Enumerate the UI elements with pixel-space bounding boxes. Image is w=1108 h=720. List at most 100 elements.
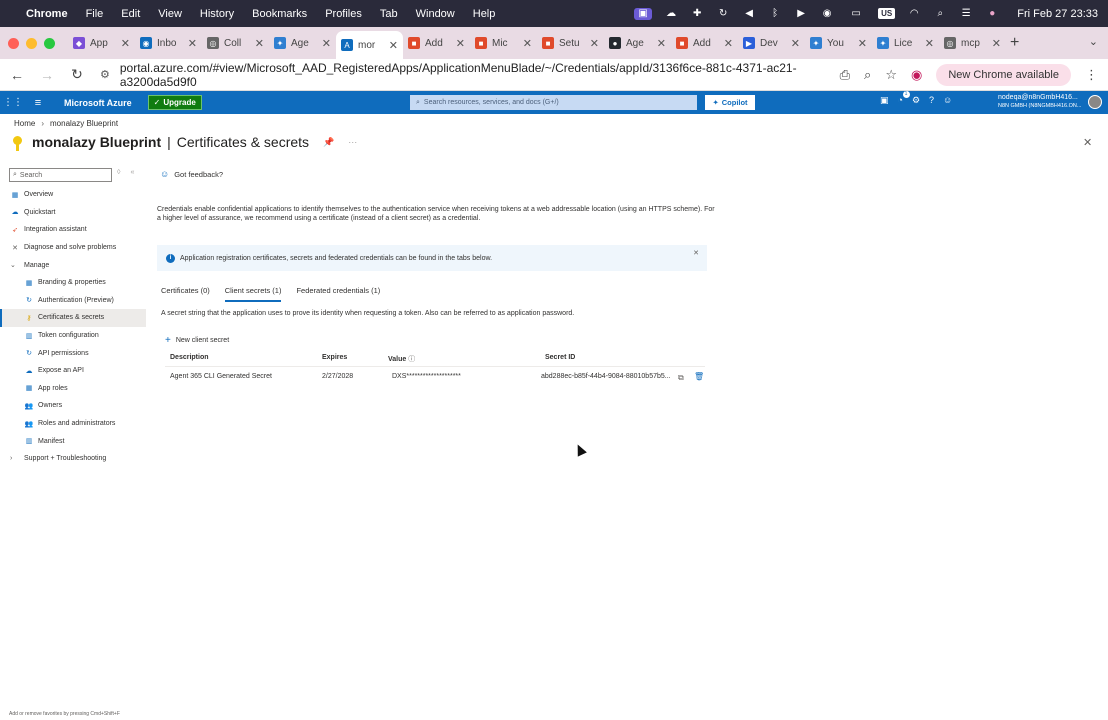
tab-close-icon[interactable]: ✕ — [791, 37, 800, 50]
bluetooth-icon[interactable]: ᛒ — [768, 8, 782, 20]
sidebar-item[interactable]: 👥 Roles and administrators — [0, 415, 146, 433]
sidebar-item[interactable]: ▦ Branding & properties — [0, 274, 146, 292]
chrome-menu-icon[interactable]: ⋮ — [1085, 67, 1098, 83]
cloud-icon[interactable]: ☁ — [664, 8, 678, 20]
secret-id-cell[interactable]: abd288ec-b85f-44b4-9084-88010b57b5... — [541, 373, 671, 380]
sidebar-item[interactable]: › Support + Troubleshooting — [0, 450, 146, 468]
secret-value-cell[interactable]: DXS******************** — [392, 373, 461, 380]
browser-tab[interactable]: ✦ You ✕ — [805, 31, 872, 55]
menu-tab[interactable]: Tab — [380, 8, 398, 20]
browser-tab[interactable]: ◉ Inbo ✕ — [135, 31, 202, 55]
app-launcher-icon[interactable]: ⋮⋮ — [0, 97, 26, 108]
browser-tab[interactable]: ✦ Lice ✕ — [872, 31, 939, 55]
avatar[interactable] — [1088, 95, 1102, 109]
menu-window[interactable]: Window — [416, 8, 455, 20]
sidebar-search-input[interactable]: ⌕ Search — [9, 168, 112, 182]
profile-icon[interactable]: ◉ — [911, 67, 922, 83]
tab-search-icon[interactable]: ⌄ — [1089, 35, 1098, 48]
install-app-icon[interactable]: ⎙ — [840, 67, 850, 83]
menu-file[interactable]: File — [86, 8, 104, 20]
sidebar-item[interactable]: ☁ Quickstart — [0, 204, 146, 222]
tab-close-icon[interactable]: ✕ — [992, 37, 1001, 50]
tab-federated-credentials[interactable]: Federated credentials (1) — [296, 286, 380, 302]
browser-tab[interactable]: ◎ mcp ✕ — [939, 31, 1006, 55]
reload-button[interactable]: ↻ — [70, 66, 84, 83]
sidebar-item[interactable]: ✕ Diagnose and solve problems — [0, 239, 146, 257]
browser-tab[interactable]: ■ Add ✕ — [403, 31, 470, 55]
menu-view[interactable]: View — [158, 8, 182, 20]
azure-search-input[interactable]: ⌕ Search resources, services, and docs (… — [410, 95, 697, 110]
cloud-shell-icon[interactable]: ▣ — [880, 95, 889, 106]
pin-icon[interactable]: 📌 — [323, 137, 334, 148]
maximize-window-button[interactable] — [44, 37, 55, 49]
tab-close-icon[interactable]: ✕ — [724, 37, 733, 50]
tab-close-icon[interactable]: ✕ — [858, 37, 867, 50]
menu-help[interactable]: Help — [473, 8, 496, 20]
browser-tab[interactable]: Amor ✕ — [336, 31, 403, 59]
menu-profiles[interactable]: Profiles — [325, 8, 362, 20]
forward-button[interactable]: → — [40, 67, 54, 83]
tab-close-icon[interactable]: ✕ — [188, 37, 197, 50]
delete-icon[interactable]: 🗑 — [694, 372, 704, 381]
browser-tab[interactable]: ● Age ✕ — [604, 31, 671, 55]
minimize-window-button[interactable] — [26, 37, 37, 49]
feedback-icon[interactable]: ☺ — [943, 95, 952, 106]
sidebar-item[interactable]: ▦ Overview — [0, 186, 146, 204]
back-button[interactable]: ← — [10, 67, 24, 83]
user-icon[interactable]: ◉ — [820, 8, 834, 20]
control-center-icon[interactable]: ☰ — [959, 8, 973, 20]
close-window-button[interactable] — [8, 37, 19, 49]
siri-icon[interactable]: ● — [985, 8, 999, 20]
sidebar-item[interactable]: ▦ App roles — [0, 380, 146, 398]
sidebar-item[interactable]: ⚷ Certificates & secrets — [0, 309, 146, 327]
browser-tab[interactable]: ▶ Dev ✕ — [738, 31, 805, 55]
new-client-secret-button[interactable]: + New client secret — [165, 335, 229, 346]
play-icon[interactable]: ▶ — [794, 8, 808, 20]
sidebar-item[interactable]: ▥ Token configuration — [0, 327, 146, 345]
sidebar-item[interactable]: ↻ API permissions — [0, 344, 146, 362]
settings-gear-icon[interactable]: ⚙ — [912, 95, 920, 106]
sidebar-item[interactable]: ➶ Integration assistant — [0, 221, 146, 239]
account-info[interactable]: nodeqa@n8nGmbH416... N8N GMBH (N8NGMBH41… — [998, 94, 1081, 110]
sidebar-item[interactable]: ☁ Expose an API — [0, 362, 146, 380]
more-options-button[interactable]: ··· — [348, 137, 357, 147]
new-tab-button[interactable]: + — [1010, 34, 1019, 52]
browser-tab[interactable]: ■ Mic ✕ — [470, 31, 537, 55]
sidebar-item[interactable]: ▥ Manifest — [0, 432, 146, 450]
tab-close-icon[interactable]: ✕ — [657, 37, 666, 50]
sidebar-item[interactable]: 👥 Owners — [0, 397, 146, 415]
help-icon[interactable]: ? — [929, 95, 934, 106]
breadcrumb-home[interactable]: Home — [14, 119, 35, 128]
tab-close-icon[interactable]: ✕ — [255, 37, 264, 50]
info-circle-icon[interactable]: ⓘ — [408, 356, 415, 363]
battery-icon[interactable]: ▭ — [846, 8, 866, 20]
browser-tab[interactable]: ✦ Age ✕ — [269, 31, 336, 55]
tab-close-icon[interactable]: ✕ — [389, 39, 398, 52]
extension-icon[interactable]: ✚ — [690, 8, 704, 20]
azure-brand[interactable]: Microsoft Azure — [64, 98, 132, 108]
feedback-button[interactable]: ☺ Got feedback? — [160, 169, 223, 179]
new-chrome-available-button[interactable]: New Chrome available — [936, 63, 1071, 86]
browser-tab[interactable]: ■ Add ✕ — [671, 31, 738, 55]
url-text[interactable]: portal.azure.com/#view/Microsoft_AAD_Reg… — [120, 61, 840, 89]
site-info-icon[interactable]: ⚙ — [100, 68, 110, 81]
menu-edit[interactable]: Edit — [121, 8, 140, 20]
bookmark-star-icon[interactable]: ☆ — [885, 67, 897, 83]
browser-tab[interactable]: ◎ Coll ✕ — [202, 31, 269, 55]
portal-menu-icon[interactable]: ≡ — [26, 97, 50, 109]
tab-close-icon[interactable]: ✕ — [121, 37, 130, 50]
menu-clock[interactable]: Fri Feb 27 23:33 — [1017, 8, 1098, 20]
copilot-button[interactable]: ✦ Copilot — [705, 95, 755, 110]
breadcrumb-app[interactable]: monalazy Blueprint — [50, 119, 118, 128]
upgrade-button[interactable]: ✓ Upgrade — [147, 95, 202, 110]
volume-icon[interactable]: ◀ — [742, 8, 756, 20]
browser-tab[interactable]: ■ Setu ✕ — [537, 31, 604, 55]
input-source-badge[interactable]: US — [878, 8, 896, 19]
dismiss-banner-icon[interactable]: ✕ — [693, 249, 699, 257]
browser-tab[interactable]: ◆ App ✕ — [68, 31, 135, 55]
tab-close-icon[interactable]: ✕ — [322, 37, 331, 50]
spotlight-icon[interactable]: ⌕ — [933, 8, 947, 20]
tab-close-icon[interactable]: ✕ — [523, 37, 532, 50]
tab-close-icon[interactable]: ✕ — [590, 37, 599, 50]
sync-icon[interactable]: ↻ — [716, 8, 730, 20]
